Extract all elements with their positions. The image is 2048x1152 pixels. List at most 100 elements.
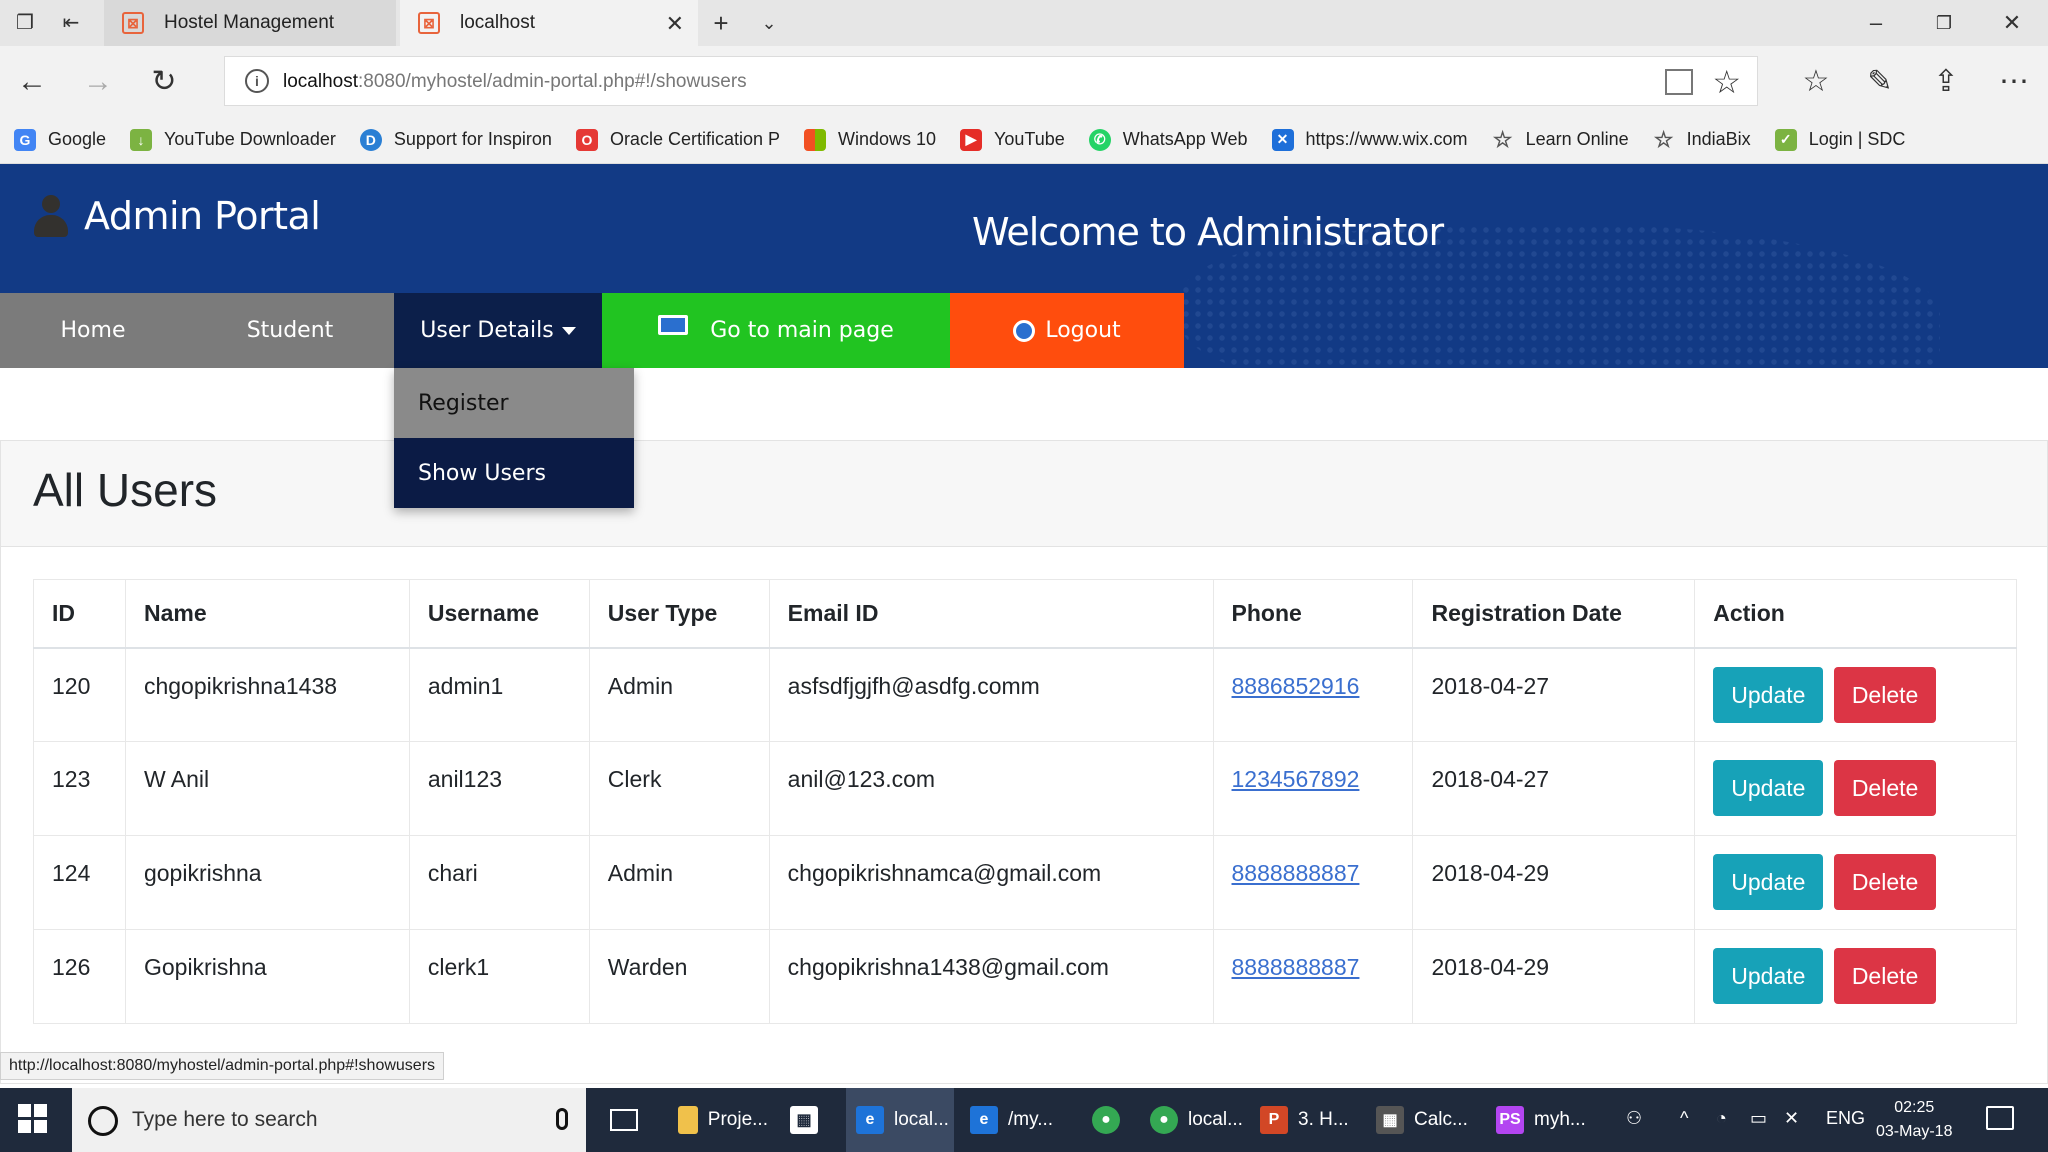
users-table: ID Name Username User Type Email ID Phon… <box>33 579 2017 1024</box>
set-tabs-aside-icon[interactable]: ⇤ <box>58 10 84 36</box>
minimize-icon[interactable]: – <box>1856 8 1896 38</box>
taskbar-item-calculator[interactable]: ▦ Calc... <box>1366 1088 1476 1152</box>
taskbar-item-edge-my[interactable]: e/my... <box>960 1088 1060 1152</box>
restore-icon[interactable]: ❐ <box>1924 8 1964 38</box>
cell-username: admin1 <box>408 647 590 742</box>
google-icon: G <box>14 128 36 151</box>
tab-label: Hostel Management <box>164 12 335 33</box>
volume-muted-icon[interactable]: ✕ <box>1784 1108 1799 1129</box>
windows-start-icon[interactable] <box>18 1104 48 1134</box>
favorite-login-sdc[interactable]: ✓ Login | SDC <box>1774 128 1905 151</box>
update-button[interactable]: Update <box>1713 854 1824 910</box>
tab-hostel-management[interactable]: ⊠ Hostel Management <box>104 0 396 46</box>
favorite-google[interactable]: G Google <box>14 128 106 151</box>
favorite-star-icon[interactable]: ☆ <box>1712 63 1741 101</box>
update-button[interactable]: Update <box>1713 760 1824 816</box>
tab-preview-chevron-icon[interactable]: ⌄ <box>756 10 782 36</box>
refresh-icon[interactable]: ↻ <box>144 62 184 102</box>
phone-link[interactable]: 8888888887 <box>1232 860 1360 886</box>
menu-logout[interactable]: Logout <box>950 293 1184 368</box>
people-icon[interactable]: ⚇ <box>1626 1108 1642 1129</box>
show-hidden-icons-icon[interactable]: ^ <box>1680 1108 1688 1129</box>
action-center-icon[interactable] <box>1986 1106 2014 1130</box>
oracle-icon: O <box>575 128 598 151</box>
phone-link[interactable]: 8888888887 <box>1232 954 1360 980</box>
delete-button[interactable]: Delete <box>1833 760 1937 816</box>
close-window-icon[interactable]: ✕ <box>1992 8 2032 38</box>
taskbar-search[interactable]: Type here to search <box>72 1088 586 1152</box>
back-icon[interactable]: ← <box>12 62 52 102</box>
web-notes-icon[interactable]: ✎ <box>1858 60 1902 104</box>
delete-button[interactable]: Delete <box>1833 854 1937 910</box>
chrome-taskbar-icon[interactable]: ● <box>1082 1088 1132 1152</box>
delete-button[interactable]: Delete <box>1833 948 1937 1004</box>
reading-view-icon[interactable] <box>1665 69 1693 95</box>
page-title: All Users <box>33 464 218 516</box>
caret-down-icon <box>561 326 576 335</box>
cell-id: 124 <box>33 835 126 930</box>
wifi-icon[interactable]: ◔ <box>1716 1108 1727 1129</box>
microphone-icon[interactable] <box>556 1108 568 1130</box>
dropdown-register[interactable]: Register <box>394 368 634 438</box>
download-icon: ↓ <box>130 128 153 151</box>
favorite-learn-online[interactable]: ☆ Learn Online <box>1492 127 1629 152</box>
favorite-oracle-certification[interactable]: O Oracle Certification P <box>575 128 780 151</box>
favorite-whatsapp-web[interactable]: ✆ WhatsApp Web <box>1088 128 1248 151</box>
new-tab-icon[interactable]: + <box>708 10 734 36</box>
folder-icon <box>678 1106 698 1134</box>
clock[interactable]: 02:25 03-May-18 <box>1876 1096 1952 1144</box>
favorite-support-inspiron[interactable]: D Support for Inspiron <box>359 128 552 151</box>
table-header-row: ID Name Username User Type Email ID Phon… <box>33 579 2017 649</box>
tab-actions-icon[interactable]: ❐ <box>12 10 38 36</box>
site-info-icon[interactable]: i <box>245 69 269 93</box>
users-panel: All Users ID Name Username User Type Ema… <box>0 440 2048 1084</box>
taskbar-item-edge-local[interactable]: e local... <box>846 1088 954 1152</box>
store-icon[interactable]: ▦ <box>780 1088 840 1152</box>
more-icon[interactable]: ⋯ <box>1992 60 2036 104</box>
phone-link[interactable]: 1234567892 <box>1232 766 1360 792</box>
cell-phone: 8886852916 <box>1212 647 1414 742</box>
powerpoint-icon: P <box>1260 1106 1288 1134</box>
favorite-youtube[interactable]: ▶ YouTube <box>960 128 1065 151</box>
cell-name: W Anil <box>124 741 410 836</box>
store-bag-icon: ▦ <box>790 1106 818 1134</box>
favorite-windows-10[interactable]: Windows 10 <box>804 128 936 151</box>
taskbar: Type here to search Proje... ▦ e local...… <box>0 1088 2048 1152</box>
battery-icon[interactable]: ▭ <box>1750 1108 1767 1129</box>
update-button[interactable]: Update <box>1713 948 1824 1004</box>
taskbar-item-phpstorm[interactable]: PS myh... <box>1486 1088 1596 1152</box>
menu-student[interactable]: Student <box>186 293 394 368</box>
search-placeholder: Type here to search <box>132 1108 318 1131</box>
phone-link[interactable]: 8886852916 <box>1232 673 1360 699</box>
task-view-icon[interactable] <box>600 1088 650 1152</box>
address-bar[interactable]: i localhost:8080/myhostel/admin-portal.p… <box>224 56 1758 106</box>
hostel-favicon-icon: ⊠ <box>122 12 144 34</box>
taskbar-item-chrome-local[interactable]: ● local... <box>1140 1088 1250 1152</box>
tab-localhost[interactable]: ⊠ localhost ✕ <box>400 0 698 46</box>
cell-id: 123 <box>33 741 126 836</box>
favorite-wix[interactable]: ✕ https://www.wix.com <box>1271 128 1468 151</box>
table-row: 120 chgopikrishna1438 admin1 Admin asfsd… <box>33 647 2017 742</box>
menu-home[interactable]: Home <box>0 293 186 368</box>
language-indicator[interactable]: ENG <box>1826 1108 1865 1129</box>
menu-user-details[interactable]: User Details <box>394 293 602 368</box>
update-button[interactable]: Update <box>1713 666 1824 723</box>
favorite-youtube-downloader[interactable]: ↓ YouTube Downloader <box>130 128 336 151</box>
favorite-indiabix[interactable]: ☆ IndiaBix <box>1653 127 1751 152</box>
cell-user-type: Admin <box>588 647 770 742</box>
taskbar-item-explorer[interactable]: Proje... <box>668 1088 768 1152</box>
share-icon[interactable]: ⇪ <box>1924 60 1968 104</box>
taskbar-item-powerpoint[interactable]: P 3. H... <box>1250 1088 1350 1152</box>
close-tab-icon[interactable]: ✕ <box>666 11 684 37</box>
phpstorm-icon: PS <box>1496 1106 1524 1134</box>
forward-icon[interactable]: → <box>78 62 118 102</box>
favorites-hub-icon[interactable]: ☆ <box>1794 60 1838 104</box>
favorites-bar: G Google ↓ YouTube Downloader D Support for… <box>0 116 2048 164</box>
menu-go-to-main-page[interactable]: Go to main page <box>602 293 950 368</box>
dropdown-show-users[interactable]: Show Users <box>394 438 634 508</box>
panel-header: All Users <box>1 441 2047 547</box>
delete-button[interactable]: Delete <box>1833 666 1937 723</box>
cell-phone: 1234567892 <box>1212 741 1414 836</box>
youtube-icon: ▶ <box>960 128 983 151</box>
column-header: Email ID <box>768 579 1214 649</box>
